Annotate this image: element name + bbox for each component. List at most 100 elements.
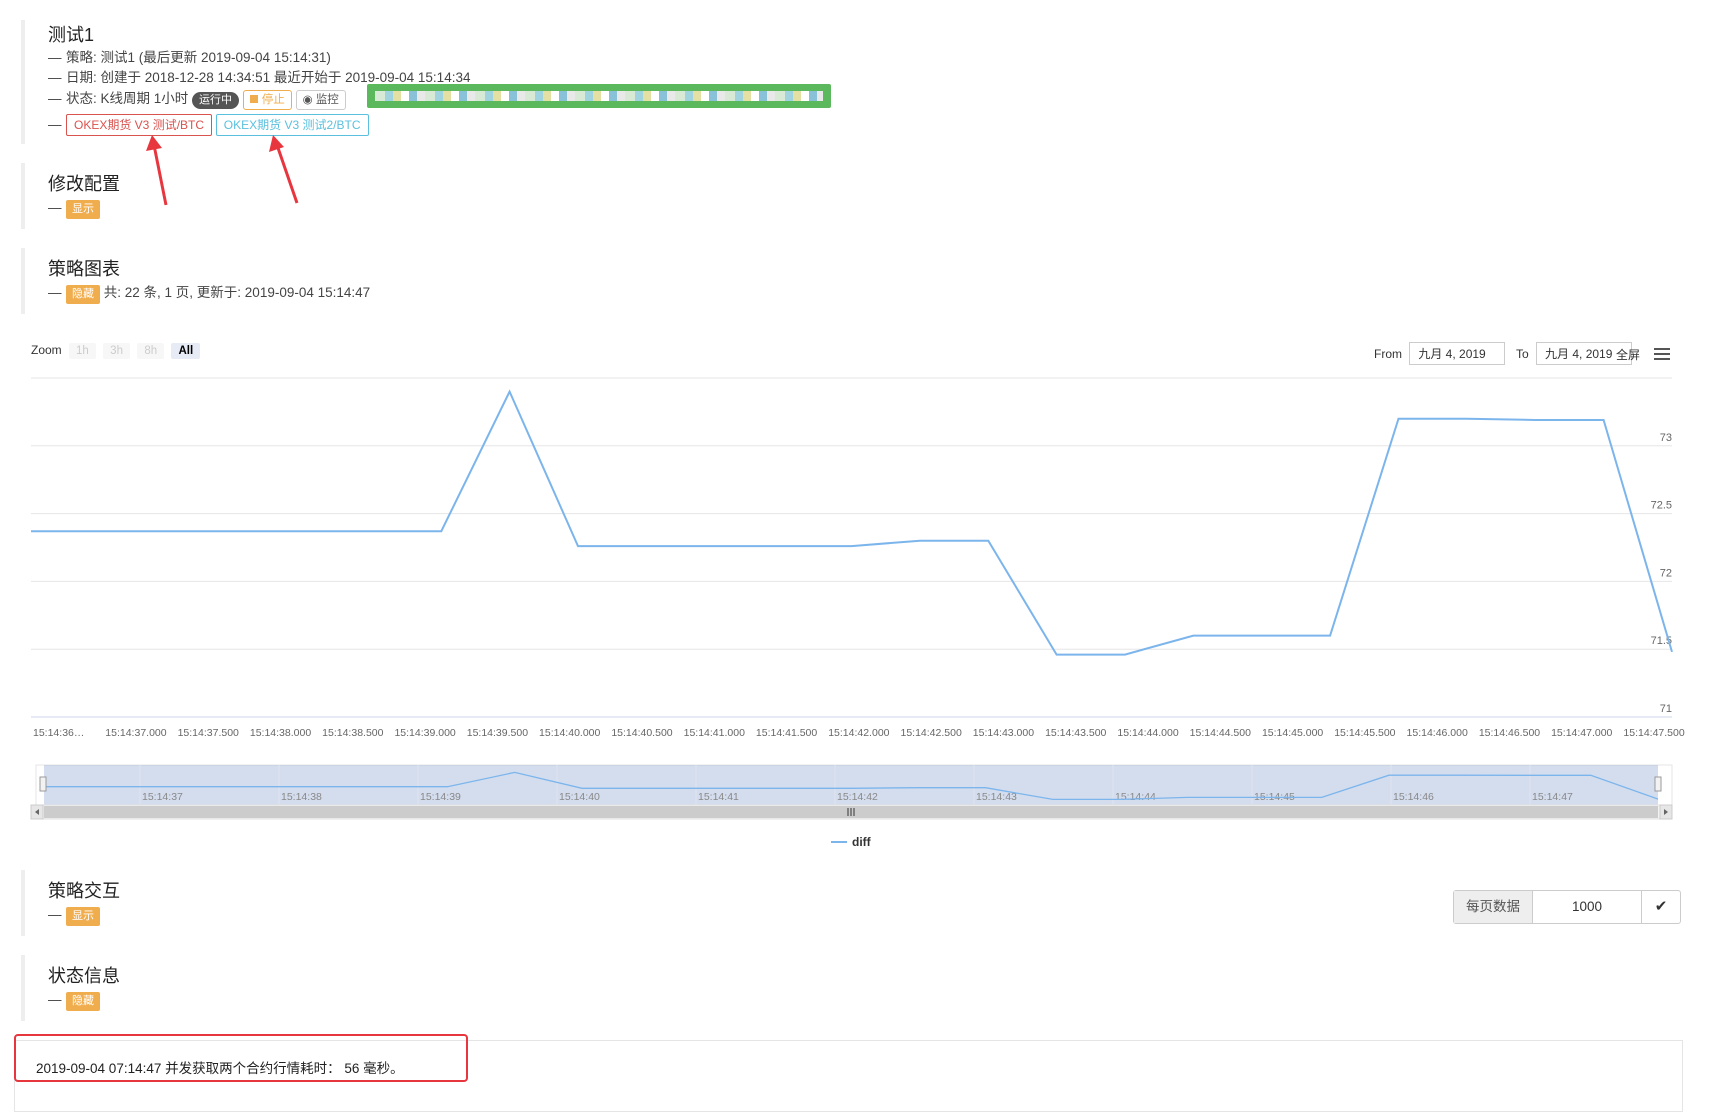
y-tick-label: 72 (1660, 567, 1672, 579)
navigator-label: 15:14:39 (420, 791, 461, 803)
annotation-arrow-1 (146, 135, 168, 206)
x-tick-label: 15:14:43.500 (1045, 727, 1106, 739)
y-axis-ticks: 71 71.5 72 72.5 73 (1651, 432, 1672, 715)
from-date-input[interactable]: 九月 4, 2019 (1409, 342, 1506, 365)
navigator-label: 15:14:40 (559, 791, 600, 803)
fullscreen-button[interactable]: 全屏 (1616, 346, 1640, 363)
config-show-toggle[interactable]: 显示 (66, 200, 100, 219)
x-tick-label: 15:14:40.000 (539, 727, 600, 739)
status-text: 状态: K线周期 1小时 (66, 91, 189, 106)
navigator-handle-left (39, 776, 47, 792)
dash: — (48, 117, 62, 132)
dash: — (48, 50, 62, 65)
zoom-1h-button[interactable]: 1h (69, 343, 96, 359)
x-tick-label: 15:14:44.500 (1190, 727, 1251, 739)
status-info-hide-toggle[interactable]: 隐藏 (66, 992, 100, 1011)
check-icon: ✔ (1654, 898, 1668, 915)
x-tick-label: 15:14:46.000 (1407, 727, 1468, 739)
monitor-label: 监控 (315, 94, 339, 106)
interaction-section: 策略交互 — 显示 (21, 870, 120, 936)
chart-grid (31, 377, 1672, 718)
stop-label: 停止 (261, 94, 285, 106)
zoom-3h-button[interactable]: 3h (103, 343, 130, 359)
dash: — (48, 70, 62, 85)
navigator-label: 15:14:42 (837, 791, 878, 803)
navigator: 15:14:37 15:14:38 15:14:39 15:14:40 15:14:41… (30, 764, 1673, 820)
status-badge: 运行中 (192, 92, 240, 109)
x-tick-label: 15:14:39.500 (467, 727, 528, 739)
range-from: From 九月 4, 2019 (1374, 342, 1506, 365)
scrollbar-grip-icon (847, 808, 855, 816)
x-tick-label: 15:14:44.000 (1117, 727, 1178, 739)
exchange-tag-1[interactable]: OKEX期货 V3 测试/BTC (66, 114, 213, 136)
eye-icon: ◉ (302, 94, 313, 106)
from-label: From (1374, 347, 1402, 361)
y-tick-label: 71 (1660, 703, 1672, 715)
annotation-arrow-2 (269, 135, 299, 204)
x-tick-label: 15:14:39.000 (394, 727, 455, 739)
navigator-label: 15:14:45 (1254, 791, 1295, 803)
per-page-confirm-button[interactable]: ✔ (1642, 891, 1680, 923)
robot-info-section: 测试1 — 策略: 测试1 (最后更新 2019-09-04 15:14:31) … (21, 20, 470, 144)
config-toggle-line: — 显示 (48, 198, 120, 219)
zoom-8h-button[interactable]: 8h (137, 343, 165, 359)
navigator-label: 15:14:43 (976, 791, 1017, 803)
scrollbar-left-button (30, 804, 44, 820)
x-tick-label: 15:14:41.500 (756, 727, 817, 739)
dash: — (48, 200, 62, 215)
x-tick-label: 15:14:46.500 (1479, 727, 1540, 739)
interaction-show-toggle[interactable]: 显示 (66, 907, 100, 926)
status-info-section: 状态信息 — 隐藏 (21, 955, 120, 1021)
navigator-series-line (44, 771, 1659, 801)
navigator-label: 15:14:41 (698, 791, 739, 803)
date-text: 日期: 创建于 2018-12-28 14:34:51 最近开始于 2019-0… (66, 70, 471, 85)
navigator-label: 15:14:46 (1393, 791, 1434, 803)
navigator-label: 15:14:38 (281, 791, 322, 803)
config-title: 修改配置 (48, 174, 120, 194)
stop-button[interactable]: 停止 (242, 90, 292, 110)
chart-menu-icon[interactable] (1654, 348, 1670, 363)
per-page-input[interactable]: 1000 (1533, 891, 1642, 923)
y-tick-label: 73 (1660, 432, 1672, 444)
scrollbar-thumb (44, 806, 1658, 818)
annotation-highlight-box (14, 1034, 468, 1082)
status-info-toggle-line: — 隐藏 (48, 990, 120, 1011)
range-to: To 九月 4, 2019 (1516, 342, 1633, 365)
zoom-label: Zoom (31, 343, 62, 357)
chart-summary-line: — 隐藏 共: 22 条, 1 页, 更新于: 2019-09-04 15:14:… (48, 283, 370, 304)
strategy-text: 策略: 测试1 (最后更新 2019-09-04 15:14:31) (66, 50, 331, 65)
robot-title: 测试1 (48, 25, 95, 45)
scroll-left-arrow-icon (35, 809, 39, 815)
navigator-frame (35, 764, 1673, 806)
scroll-right-arrow-icon (1664, 809, 1668, 815)
legend-item-diff: diff (852, 835, 872, 849)
dash: — (48, 91, 62, 106)
zoom-controls: Zoom 1h 3h 8h All (31, 343, 201, 359)
chart-hide-toggle[interactable]: 隐藏 (66, 285, 100, 304)
chart-summary: 共: 22 条, 1 页, 更新于: 2019-09-04 15:14:47 (103, 285, 371, 300)
strategy-line: — 策略: 测试1 (最后更新 2019-09-04 15:14:31) (48, 48, 470, 68)
interaction-toggle-line: — 显示 (48, 905, 120, 926)
x-tick-label: 15:14:36… (33, 727, 84, 739)
per-page-control: 每页数据 1000 ✔ (1453, 890, 1681, 924)
x-tick-label: 15:14:43.000 (973, 727, 1034, 739)
x-tick-label: 15:14:41.000 (684, 727, 745, 739)
zoom-all-button[interactable]: All (171, 343, 201, 359)
x-tick-label: 15:14:42.500 (900, 727, 961, 739)
navigator-label: 15:14:37 (142, 791, 183, 803)
y-tick-label: 72.5 (1651, 500, 1672, 512)
x-tick-label: 15:14:37.500 (178, 727, 239, 739)
interaction-title: 策略交互 (48, 881, 120, 901)
per-page-label: 每页数据 (1454, 891, 1533, 923)
x-tick-label: 15:14:45.000 (1262, 727, 1323, 739)
dash: — (48, 285, 62, 300)
x-tick-label: 15:14:45.500 (1334, 727, 1395, 739)
x-axis-ticks: 15:14:36… 15:14:37.000 15:14:37.500 15:14:3… (33, 727, 1685, 739)
exchange-line: — OKEX期货 V3 测试/BTC OKEX期货 V3 测试2/BTC (48, 114, 470, 136)
redacted-bar (367, 84, 831, 108)
series-line-diff (31, 389, 1673, 656)
monitor-button[interactable]: ◉ 监控 (295, 90, 346, 110)
x-tick-label: 15:14:42.000 (828, 727, 889, 739)
chart-section-title: 策略图表 (48, 259, 120, 279)
stop-icon (249, 95, 258, 103)
